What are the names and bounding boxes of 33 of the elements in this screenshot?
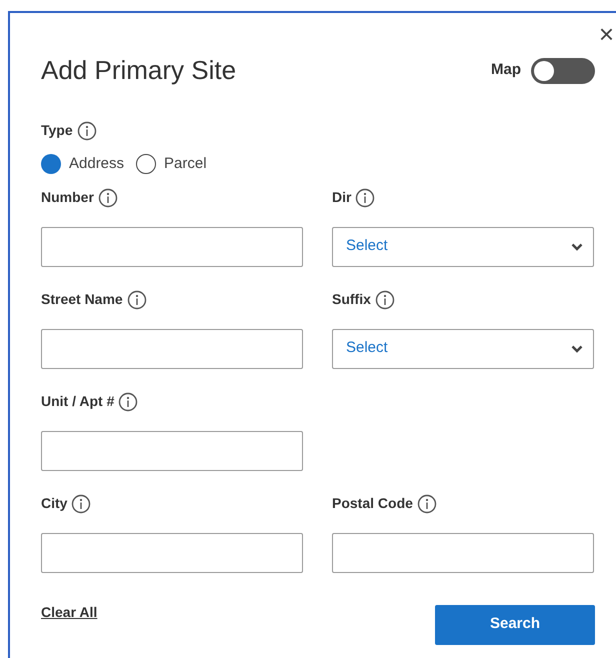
input-field[interactable] xyxy=(41,532,303,572)
info-icon xyxy=(416,494,437,514)
info-icon xyxy=(374,290,395,310)
info-icon xyxy=(98,188,118,208)
field-label: Suffix xyxy=(332,290,371,309)
field-label: Dir xyxy=(332,188,352,207)
type-label: Type xyxy=(41,121,73,140)
field-label: City xyxy=(41,494,68,513)
input-field[interactable] xyxy=(41,226,303,266)
field-label: Street Name xyxy=(41,290,123,309)
clear-all-link[interactable]: Clear All xyxy=(41,602,98,622)
info-icon xyxy=(126,290,147,310)
field-label: Postal Code xyxy=(332,494,413,513)
dialog-title: Add Primary Site xyxy=(41,54,236,87)
search-button[interactable]: Search xyxy=(435,604,595,644)
info-icon xyxy=(355,188,376,208)
select-field[interactable]: Select xyxy=(332,226,594,266)
map-toggle[interactable] xyxy=(531,58,595,84)
toggle-label: Map xyxy=(491,60,521,80)
info-icon xyxy=(76,120,97,140)
info-icon xyxy=(71,494,92,514)
field-label: Unit / Apt # xyxy=(41,392,114,411)
chevron-icon xyxy=(571,344,583,352)
input-field[interactable] xyxy=(332,532,594,572)
close-button[interactable]: × xyxy=(598,21,614,47)
select-field[interactable]: Select xyxy=(332,328,594,368)
input-field[interactable] xyxy=(41,328,303,368)
radio-option[interactable]: Address xyxy=(41,153,124,176)
field-label: Number xyxy=(41,188,94,207)
info-icon xyxy=(118,392,138,412)
chevron-icon xyxy=(571,242,583,250)
input-field[interactable] xyxy=(41,430,303,470)
radio-option[interactable]: Parcel xyxy=(136,153,207,176)
